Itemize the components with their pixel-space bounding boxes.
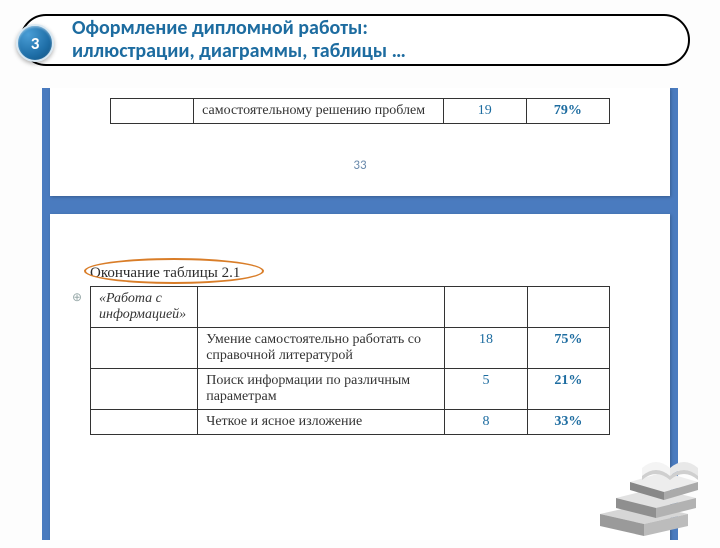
cell-empty [527,287,609,328]
cell-empty [91,328,198,369]
step-badge: 3 [16,24,54,62]
header-pill: 3 Оформление дипломной работы: иллюстрац… [20,14,690,66]
cell-count: 18 [445,328,527,369]
table-row: самостоятельному решению проблем 19 79% [111,99,610,124]
cell-percent: 79% [526,99,609,124]
title-line1: Оформление дипломной работы: [72,17,406,40]
table-row: Поиск информации по различным параметрам… [91,369,610,410]
header-title: Оформление дипломной работы: иллюстрации… [72,17,406,63]
document-viewport: самостоятельному решению проблем 19 79% … [42,88,678,540]
cell-percent: 75% [527,328,609,369]
table-row: «Работа с информацией» [91,287,610,328]
cell-empty [198,287,445,328]
anchor-icon: ⊕ [72,290,82,305]
table-caption: Окончание таблицы 2.1 [90,265,240,282]
table-main: «Работа с информацией» Умение самостояте… [90,286,610,435]
cell-text: Умение самостоятельно работать со справо… [198,328,445,369]
table-row: Четкое и ясное изложение 8 33% [91,410,610,435]
cell-percent: 33% [527,410,609,435]
page-bottom: Окончание таблицы 2.1 ⊕ «Работа с информ… [50,214,670,540]
cell-empty [91,410,198,435]
cell-percent: 21% [527,369,609,410]
cell-category: «Работа с информацией» [91,287,198,328]
cell-text: Четкое и ясное изложение [198,410,445,435]
cell-empty [91,369,198,410]
cell-text: самостоятельному решению проблем [194,99,444,124]
table-row: Умение самостоятельно работать со справо… [91,328,610,369]
cell-count: 19 [443,99,526,124]
page-top: самостоятельному решению проблем 19 79% … [50,88,670,196]
cell-count: 5 [445,369,527,410]
title-line2: иллюстрации, диаграммы, таблицы … [72,40,406,63]
cell-text: Поиск информации по различным параметрам [198,369,445,410]
cell-empty [111,99,194,124]
table-fragment-top: самостоятельному решению проблем 19 79% [110,98,610,124]
cell-empty [445,287,527,328]
cell-count: 8 [445,410,527,435]
page-number: 33 [110,158,610,173]
